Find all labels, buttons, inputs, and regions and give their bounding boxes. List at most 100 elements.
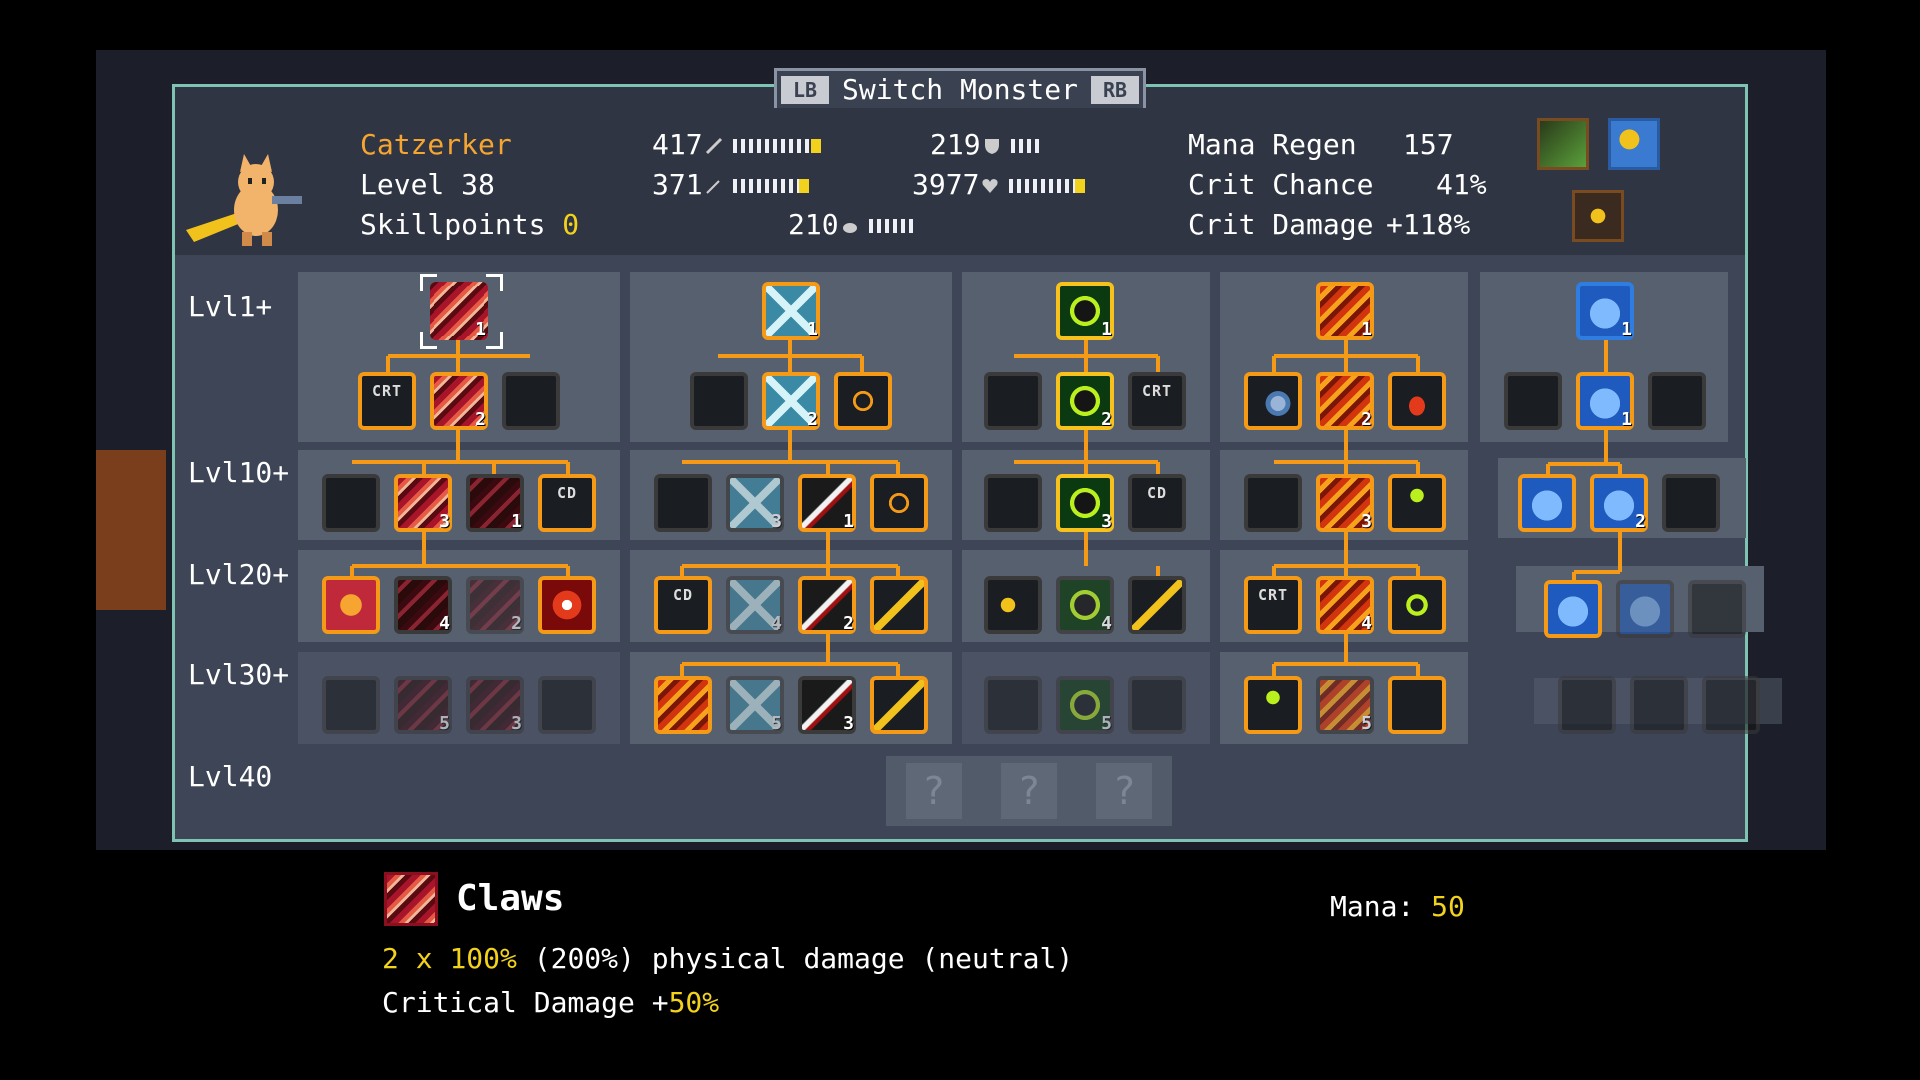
skill-green-rune[interactable] [1388, 474, 1446, 532]
skill-health-bar[interactable] [502, 372, 560, 430]
skill-shield-bar[interactable] [1244, 474, 1302, 532]
tooltip-crit-line: Critical Damage +50% [382, 986, 719, 1019]
skill-wand-up[interactable] [1128, 576, 1186, 634]
skill-heart-shield[interactable] [322, 576, 380, 634]
skill-shadow-figure[interactable] [1648, 372, 1706, 430]
skill-crit-up[interactable]: CRT [358, 372, 416, 430]
skill-mana-bar-2[interactable] [1504, 372, 1562, 430]
skill-locked-1[interactable] [984, 676, 1042, 734]
skill-claws-3[interactable]: 3 [394, 474, 452, 532]
skill-rend[interactable]: 1 [466, 474, 524, 532]
skill-ring-5[interactable]: 5 [1056, 676, 1114, 734]
skill-rend-2[interactable]: 2 [466, 576, 524, 634]
skill-claws-4[interactable]: 4 [394, 576, 452, 634]
skill-target[interactable] [834, 372, 892, 430]
switch-monster-label: Switch Monster [841, 73, 1078, 106]
skill-locked-target[interactable] [538, 676, 596, 734]
skill-cross-slash[interactable]: 1 [762, 282, 820, 340]
skill-mana-fire[interactable] [984, 576, 1042, 634]
skill-health-bar-2[interactable] [654, 474, 712, 532]
unknown-skill-1[interactable]: ? [905, 763, 962, 819]
skill-ring-4[interactable]: 4 [1056, 576, 1114, 634]
selection-corner-tl [420, 274, 437, 291]
row-label-lvl1: Lvl1+ [188, 290, 273, 323]
skill-heart-link-2[interactable]: 2 [1590, 474, 1648, 532]
skill-fire-claws-4[interactable]: 4 [1316, 576, 1374, 634]
magic-value: 371 [652, 168, 703, 201]
skill-tooltip: Claws Mana: 50 2 x 100% (200%) physical … [380, 870, 1500, 1030]
skill-cooldown[interactable]: CD [538, 474, 596, 532]
unknown-skill-3[interactable]: ? [1096, 763, 1153, 819]
skill-cooldown-3[interactable]: CD [1128, 474, 1186, 532]
skill-attack-bar-2[interactable] [1662, 474, 1720, 532]
skill-rising-arrow-2[interactable] [870, 676, 928, 734]
skill-ring[interactable]: 1 [1056, 282, 1114, 340]
skill-locked-bars[interactable] [1630, 676, 1688, 734]
skill-claws-5[interactable]: 5 [394, 676, 452, 734]
crit-chance-value: 41% [1436, 168, 1487, 201]
skill-attack-bar[interactable] [690, 372, 748, 430]
skill-explosion[interactable] [654, 676, 712, 734]
crit-label: Critical Damage + [382, 986, 669, 1019]
skill-blade-3[interactable]: 3 [798, 676, 856, 734]
skill-blade[interactable]: 1 [798, 474, 856, 532]
skill-heart-burst[interactable] [1518, 474, 1576, 532]
skill-blade-2[interactable]: 2 [798, 576, 856, 634]
skill-ring-2[interactable]: 2 [1056, 372, 1114, 430]
skill-claws-2[interactable]: 2 [430, 372, 488, 430]
mana-bar [868, 219, 917, 233]
skill-cooldown-2[interactable]: CD [654, 576, 712, 634]
skill-crown-ring[interactable] [1388, 576, 1446, 634]
skill-mana-timer[interactable] [1244, 372, 1302, 430]
hit-count: 2 x [382, 942, 450, 975]
skill-fire-claws-5[interactable]: 5 [1316, 676, 1374, 734]
attack-stat: 417 [652, 128, 821, 161]
skill-shadow-group[interactable] [1688, 580, 1746, 638]
magic-bar [732, 179, 809, 193]
skill-blood-drop[interactable] [538, 576, 596, 634]
skill-green-rune-2[interactable] [1244, 676, 1302, 734]
unknown-skill-2[interactable]: ? [1000, 763, 1057, 819]
sun-buff-icon[interactable] [1572, 190, 1624, 242]
lb-button[interactable]: LB [781, 75, 829, 104]
skill-heart-wave-2[interactable] [1616, 580, 1674, 638]
skill-fire-claws-2[interactable]: 2 [1316, 372, 1374, 430]
skill-blue-heart[interactable]: 1 [1576, 282, 1634, 340]
skill-crit-up-3[interactable]: CRT [1244, 576, 1302, 634]
skill-locked-eye[interactable] [1558, 676, 1616, 734]
skill-check-up[interactable] [1388, 676, 1446, 734]
skill-cross-slash-3[interactable]: 3 [726, 474, 784, 532]
skill-heart-wave[interactable] [1544, 580, 1602, 638]
skill-defense-bar[interactable] [984, 372, 1042, 430]
skill-fire-claws-3[interactable]: 3 [1316, 474, 1374, 532]
skill-fire-claws[interactable]: 1 [1316, 282, 1374, 340]
monster-name: Catzerker [360, 128, 512, 161]
switch-monster-tab[interactable]: LB Switch Monster RB [774, 68, 1146, 108]
skill-crit-up-2[interactable]: CRT [1128, 372, 1186, 430]
skill-cross-slash-4[interactable]: 4 [726, 576, 784, 634]
skill-ring-3[interactable]: 3 [1056, 474, 1114, 532]
skillpoints-label: Skillpoints [360, 208, 546, 241]
rb-button[interactable]: RB [1090, 75, 1139, 104]
damage-desc: (200%) physical damage (neutral) [516, 942, 1074, 975]
skill-rising-arrow[interactable] [870, 576, 928, 634]
skill-heart-link[interactable]: 1 [1576, 372, 1634, 430]
selection-corner-br [486, 332, 503, 349]
skill-cross-slash-2[interactable]: 2 [762, 372, 820, 430]
monster-portrait [186, 154, 302, 246]
skill-magic-bar[interactable] [984, 474, 1042, 532]
leaf-buff-icon[interactable] [1537, 118, 1589, 170]
skill-target-2[interactable] [870, 474, 928, 532]
skill-locked-2[interactable] [1128, 676, 1186, 734]
skill-cross-slash-5[interactable]: 5 [726, 676, 784, 734]
fire-shield-buff-icon[interactable] [1608, 118, 1660, 170]
row-label-lvl10: Lvl10+ [188, 456, 290, 489]
skill-mana-bar[interactable] [322, 474, 380, 532]
skill-claws[interactable]: 1 [430, 282, 488, 340]
skill-rend-3[interactable]: 3 [466, 676, 524, 734]
skill-locked-shield[interactable] [322, 676, 380, 734]
row-label-lvl20: Lvl20+ [188, 558, 290, 591]
tooltip-mana-value: 50 [1431, 890, 1465, 923]
skill-blood[interactable] [1388, 372, 1446, 430]
skill-locked-3[interactable] [1702, 676, 1760, 734]
